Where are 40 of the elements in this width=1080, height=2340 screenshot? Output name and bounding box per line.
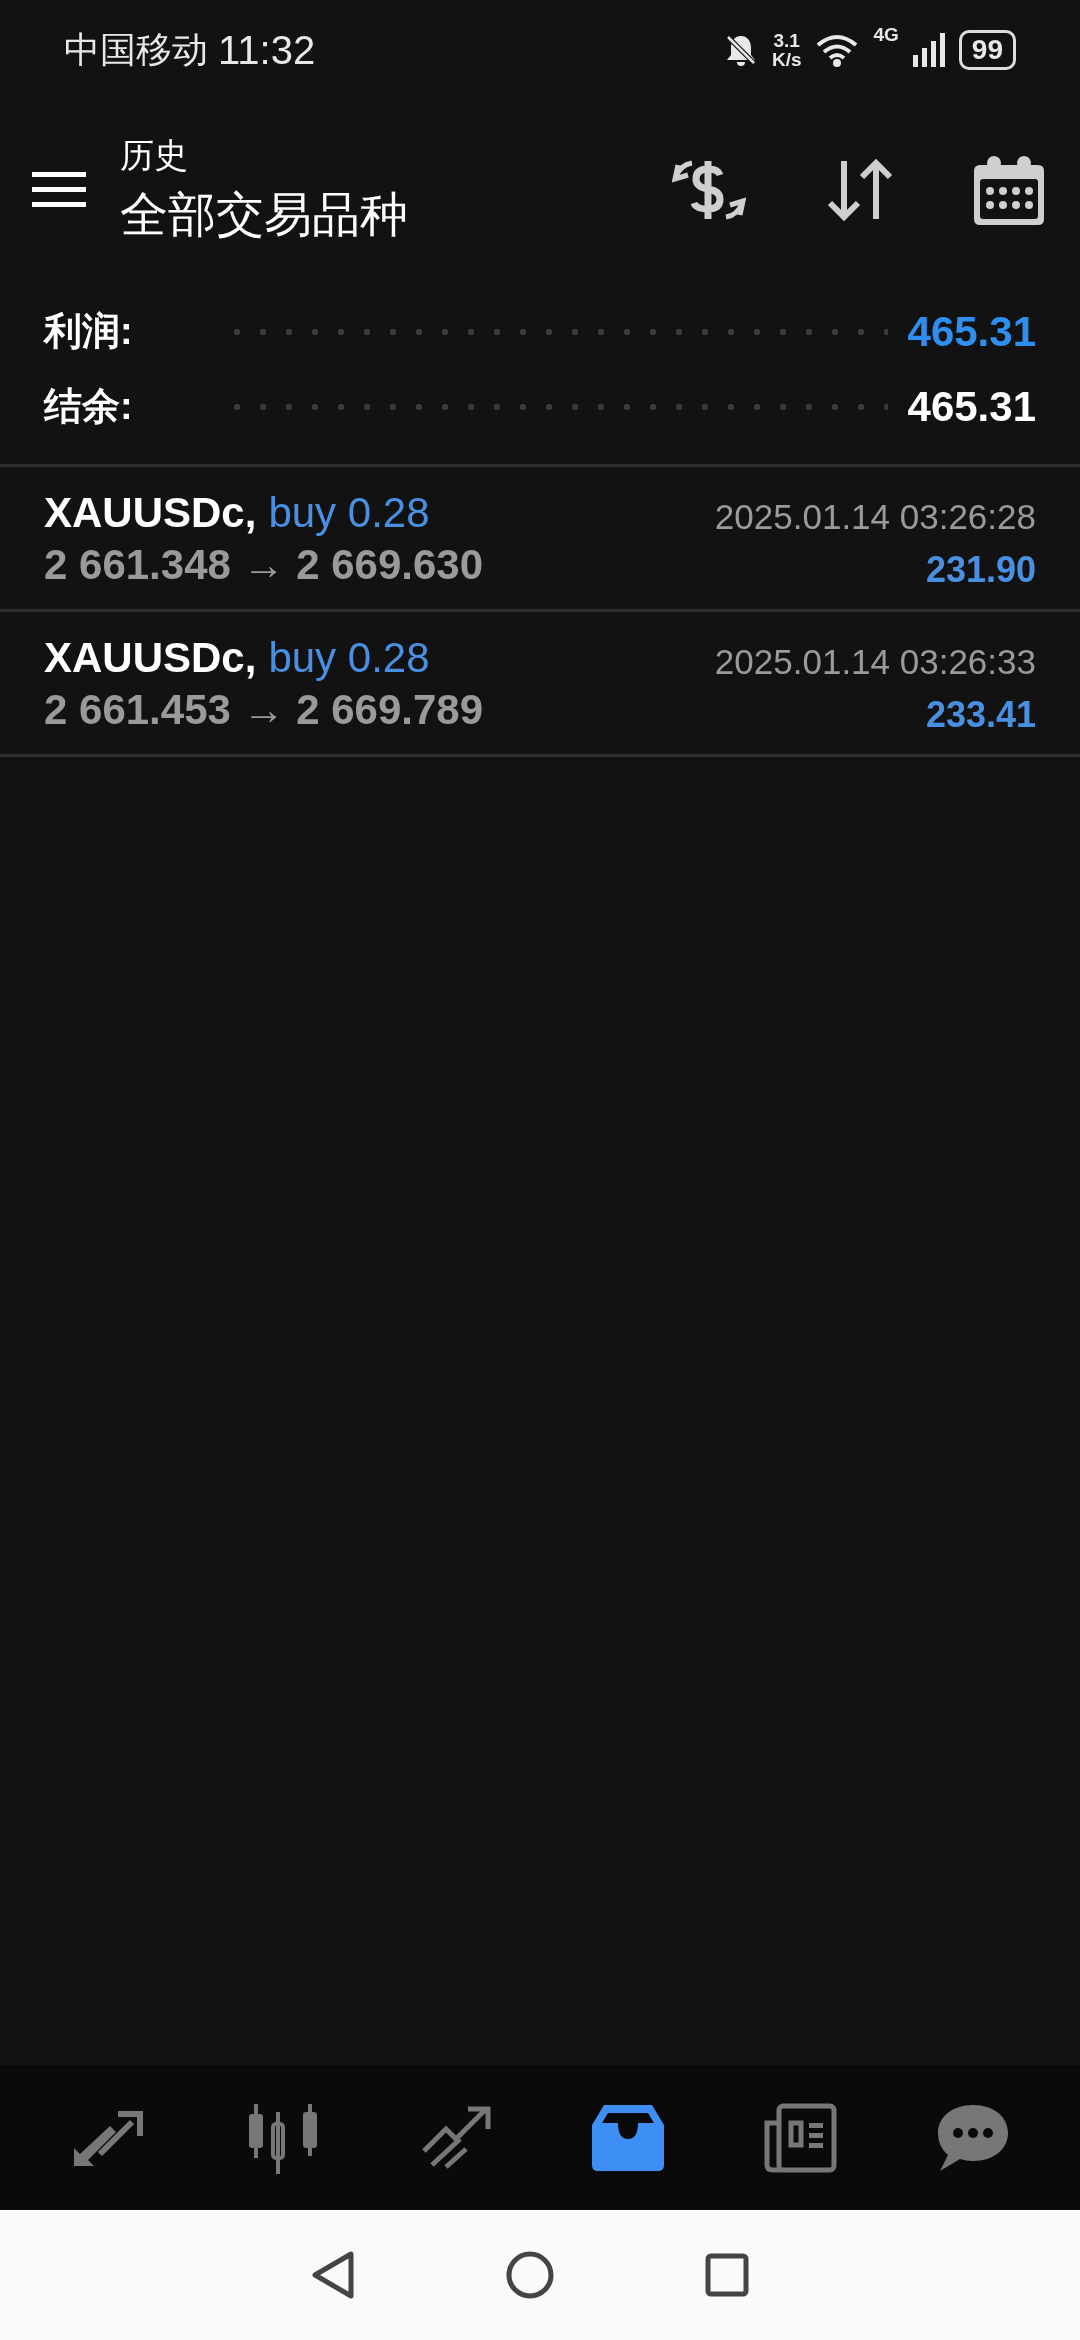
speed-value: 3.1 xyxy=(773,31,800,50)
carrier-name: 中国移动 xyxy=(64,27,208,72)
network-type: 4G xyxy=(873,24,899,46)
trade-profit: 231.90 xyxy=(925,549,1036,591)
clock: 11:32 xyxy=(218,27,316,73)
back-button[interactable] xyxy=(311,2250,355,2300)
speed-unit: K/s xyxy=(771,50,802,69)
signal-icon xyxy=(912,33,945,67)
screen-title[interactable]: 全部交易品种 xyxy=(120,183,408,247)
calendar-button[interactable] xyxy=(974,155,1044,225)
nav-tab[interactable] xyxy=(936,2102,1011,2173)
battery-level: 99 xyxy=(958,30,1016,70)
trade-order: buy 0.28 xyxy=(268,489,430,537)
menu-button[interactable] xyxy=(32,170,86,210)
summary-label: 结余: xyxy=(44,384,134,429)
trade-order: buy 0.28 xyxy=(268,634,430,682)
screen-subtitle: 历史 xyxy=(120,135,189,176)
trade-row[interactable]: XAUUSDc, buy 0.28 2 661.348 → 2 669.630 2025.01.14 03:26:28 231.90 xyxy=(0,467,1080,612)
recents-button[interactable] xyxy=(705,2253,749,2297)
sort-button[interactable] xyxy=(826,159,894,221)
summary-value: 465.31 xyxy=(907,307,1036,356)
nav-tab[interactable] xyxy=(762,2102,837,2173)
trade-prices: 2 661.453 → 2 669.789 xyxy=(44,686,484,734)
trade-row[interactable]: XAUUSDc, buy 0.28 2 661.453 → 2 669.789 2025.01.14 03:26:33 233.41 xyxy=(0,612,1080,757)
nav-tab[interactable] xyxy=(420,2104,493,2171)
trend-lines-icon xyxy=(420,2104,493,2171)
home-button[interactable] xyxy=(505,2250,555,2300)
chat-bubble-icon xyxy=(936,2102,1011,2173)
nav-tab[interactable] xyxy=(591,2104,664,2171)
trade-time: 2025.01.14 03:26:28 xyxy=(714,497,1036,537)
trade-profit: 233.41 xyxy=(925,694,1036,736)
trade-time: 2025.01.14 03:26:33 xyxy=(714,642,1036,682)
trade-symbol: XAUUSDc, xyxy=(44,634,257,682)
wifi-icon xyxy=(815,33,860,67)
summary-value: 465.31 xyxy=(907,382,1036,431)
trade-prices: 2 661.348 → 2 669.630 xyxy=(44,541,484,589)
newspaper-icon xyxy=(762,2102,837,2173)
trade-symbol: XAUUSDc, xyxy=(44,489,257,537)
summary-label: 利润: xyxy=(44,309,134,354)
inbox-icon xyxy=(591,2104,664,2171)
